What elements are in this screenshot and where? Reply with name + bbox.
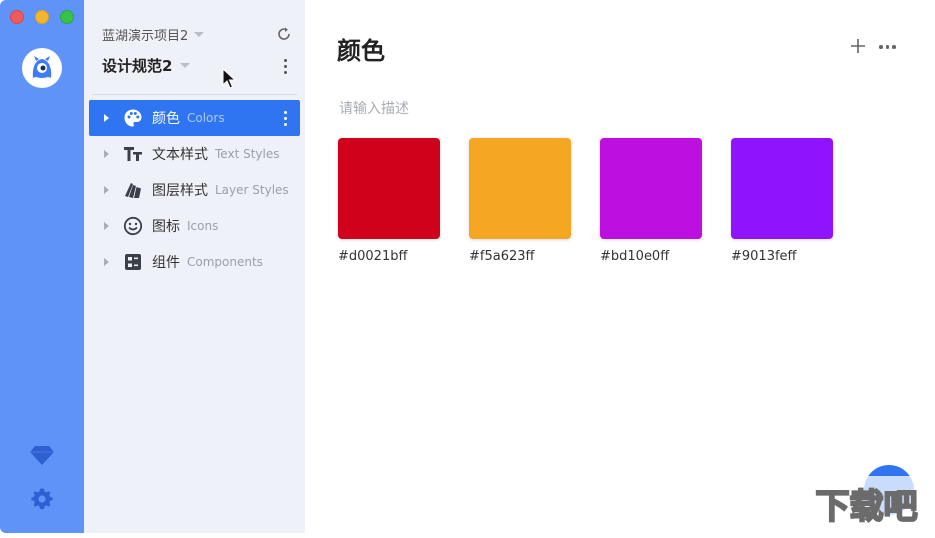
project-name: 蓝湖演示项目2 — [102, 29, 189, 44]
sidebar: 蓝湖演示项目2 设计规范2 颜色 Colors 文本样式 Text Styles… — [84, 0, 305, 533]
category-nav: 颜色 Colors 文本样式 Text Styles 图层样式 Layer St… — [89, 100, 300, 280]
sidebar-item-sublabel: Layer Styles — [215, 183, 289, 197]
color-chip[interactable] — [338, 138, 440, 239]
watermark-logo: 下载吧 — [798, 476, 935, 538]
sidebar-item-colors[interactable]: 颜色 Colors — [89, 100, 300, 136]
description-input[interactable]: 请输入描述 — [339, 98, 409, 118]
palette-icon — [123, 108, 143, 128]
sidebar-item-sublabel: Components — [187, 255, 263, 269]
sidebar-item-sublabel: Colors — [187, 111, 225, 125]
sidebar-item-layer-styles[interactable]: 图层样式 Layer Styles — [89, 172, 300, 208]
left-rail — [0, 0, 84, 533]
color-swatch[interactable]: #f5a623ff — [469, 138, 571, 264]
refresh-icon[interactable] — [276, 26, 292, 42]
expand-arrow-icon[interactable] — [104, 114, 109, 122]
sidebar-item-label: 颜色 — [152, 111, 180, 127]
chevron-down-icon — [194, 32, 205, 37]
maximize-window-button[interactable] — [60, 10, 74, 24]
color-hex-label: #f5a623ff — [469, 249, 535, 264]
mouse-cursor-icon — [222, 67, 237, 90]
smiley-icon — [123, 216, 143, 236]
main-content: 颜色 请输入描述 #d0021bff #f5a623ff #bd10e0ff #… — [305, 0, 935, 533]
project-selector[interactable]: 蓝湖演示项目2 — [102, 25, 205, 44]
spec-name: 设计规范2 — [102, 57, 173, 75]
expand-arrow-icon[interactable] — [104, 222, 109, 230]
component-icon — [123, 252, 143, 272]
item-more-icon[interactable] — [282, 111, 288, 126]
color-hex-label: #bd10e0ff — [600, 249, 670, 264]
color-chip[interactable] — [600, 138, 702, 239]
color-swatch[interactable]: #bd10e0ff — [600, 138, 702, 264]
app-window: 蓝湖演示项目2 设计规范2 颜色 Colors 文本样式 Text Styles… — [0, 0, 935, 533]
sidebar-item-icons[interactable]: 图标 Icons — [89, 208, 300, 244]
expand-arrow-icon[interactable] — [104, 186, 109, 194]
expand-arrow-icon[interactable] — [104, 150, 109, 158]
color-chip[interactable] — [731, 138, 833, 239]
color-swatch[interactable]: #9013feff — [731, 138, 833, 264]
color-hex-label: #9013feff — [731, 249, 797, 264]
sidebar-item-label: 图标 — [152, 219, 180, 235]
sidebar-item-components[interactable]: 组件 Components — [89, 244, 300, 280]
color-hex-label: #d0021bff — [338, 249, 408, 264]
sidebar-item-sublabel: Text Styles — [215, 147, 280, 161]
more-options-icon[interactable] — [879, 45, 896, 49]
color-swatch-grid: #d0021bff #f5a623ff #bd10e0ff #9013feff — [338, 138, 833, 264]
minimize-window-button[interactable] — [35, 10, 49, 24]
expand-arrow-icon[interactable] — [104, 258, 109, 266]
window-bottom-edge — [0, 533, 935, 538]
sidebar-item-text-styles[interactable]: 文本样式 Text Styles — [89, 136, 300, 172]
page-title: 颜色 — [337, 37, 385, 65]
sidebar-item-label: 组件 — [152, 255, 180, 271]
spec-more-icon[interactable] — [282, 59, 288, 74]
layer-style-icon — [123, 180, 143, 200]
color-chip[interactable] — [469, 138, 571, 239]
spec-selector[interactable]: 设计规范2 — [102, 55, 191, 76]
add-icon[interactable] — [850, 38, 866, 54]
color-swatch[interactable]: #d0021bff — [338, 138, 440, 264]
sidebar-item-sublabel: Icons — [187, 219, 219, 233]
sidebar-item-label: 文本样式 — [152, 147, 208, 163]
sidebar-divider — [92, 94, 297, 95]
app-logo-icon[interactable] — [22, 48, 62, 88]
watermark-text: 下载吧 — [815, 487, 919, 527]
diamond-icon[interactable] — [28, 441, 56, 469]
settings-gear-icon[interactable] — [28, 485, 56, 513]
text-style-icon — [123, 144, 143, 164]
close-window-button[interactable] — [10, 10, 24, 24]
chevron-down-icon — [180, 63, 191, 68]
sidebar-item-label: 图层样式 — [152, 183, 208, 199]
